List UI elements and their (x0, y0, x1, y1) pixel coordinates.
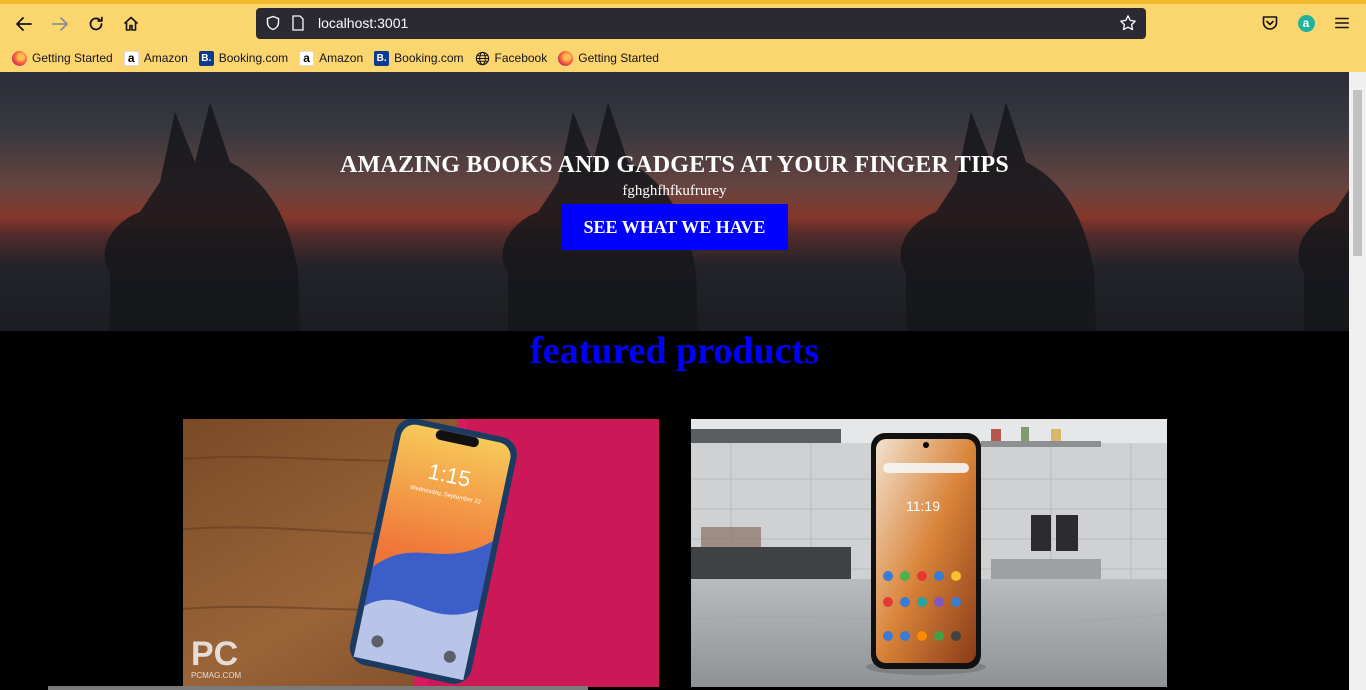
bookmark-facebook[interactable]: Facebook (475, 48, 548, 68)
product-image-android[interactable]: 11:19 (691, 419, 1167, 687)
booking-icon: B. (374, 50, 390, 66)
browser-toolbar: localhost:3001 a Getting Started a Amazo… (0, 0, 1366, 72)
bookmark-getting-started[interactable]: Getting Started (558, 48, 659, 68)
page-icon[interactable] (291, 15, 305, 31)
amazon-icon: a (123, 50, 139, 66)
menu-button[interactable] (1332, 13, 1352, 33)
url-text[interactable]: localhost:3001 (318, 15, 408, 32)
booking-icon: B. (198, 50, 214, 66)
bookmark-label: Amazon (143, 51, 188, 65)
forward-button[interactable] (48, 12, 72, 36)
svg-text:PCMAG.COM: PCMAG.COM (191, 671, 242, 680)
back-button[interactable] (12, 12, 36, 36)
pocket-icon (1262, 16, 1278, 30)
address-bar[interactable]: localhost:3001 (256, 8, 1146, 39)
page-content: AMAZING BOOKS AND GADGETS AT YOUR FINGER… (0, 72, 1349, 690)
bookmark-label: Getting Started (578, 51, 659, 65)
hero-subtitle: fghghfhfkufrurey (622, 183, 727, 199)
bookmark-label: Booking.com (394, 51, 464, 65)
reload-button[interactable] (84, 12, 108, 36)
shield-icon[interactable] (265, 15, 281, 31)
see-what-we-have-button[interactable]: SEE WHAT WE HAVE (561, 204, 788, 250)
phone-time: 11:19 (906, 498, 940, 514)
bookmark-label: Getting Started (32, 51, 113, 65)
firefox-icon (558, 50, 574, 66)
bookmark-booking[interactable]: B. Booking.com (374, 48, 464, 68)
account-avatar-icon: a (1297, 14, 1315, 32)
amazon-icon: a (299, 50, 315, 66)
firefox-icon (12, 50, 27, 66)
hero-banner: AMAZING BOOKS AND GADGETS AT YOUR FINGER… (0, 72, 1349, 331)
hero-overlay (0, 72, 1349, 331)
bookmark-booking[interactable]: B. Booking.com (198, 48, 289, 68)
pcmag-watermark: PC (191, 635, 238, 673)
star-icon[interactable] (1119, 14, 1137, 32)
arrow-left-icon (16, 17, 32, 31)
hamburger-menu-icon (1335, 17, 1349, 29)
globe-icon (475, 51, 490, 66)
vertical-scrollbar-thumb[interactable] (1353, 90, 1362, 256)
bookmark-label: Booking.com (218, 51, 289, 65)
home-button[interactable] (119, 12, 143, 36)
arrow-right-icon (52, 17, 68, 31)
featured-products-heading: featured products (530, 330, 819, 372)
vertical-scrollbar[interactable] (1349, 72, 1366, 690)
bookmark-amazon[interactable]: a Amazon (299, 48, 363, 68)
bookmark-label: Facebook (494, 51, 548, 65)
bookmark-amazon[interactable]: a Amazon (123, 48, 188, 68)
reload-icon (89, 16, 103, 31)
hero-title: AMAZING BOOKS AND GADGETS AT YOUR FINGER… (340, 152, 1009, 178)
bookmark-getting-started[interactable]: Getting Started (12, 48, 113, 68)
bookmark-label: Amazon (319, 51, 364, 65)
product-image-iphone[interactable]: 1:15 Wednesday, September 22 PC PCMAG.CO… (183, 419, 659, 687)
account-button[interactable]: a (1296, 13, 1316, 33)
pocket-button[interactable] (1260, 13, 1280, 33)
toolbar-accent-line (0, 0, 1366, 4)
horizontal-scrollbar-thumb[interactable] (48, 686, 588, 690)
bookmarks-toolbar: Getting Started a Amazon B. Booking.com … (0, 47, 670, 69)
home-icon (123, 16, 139, 31)
